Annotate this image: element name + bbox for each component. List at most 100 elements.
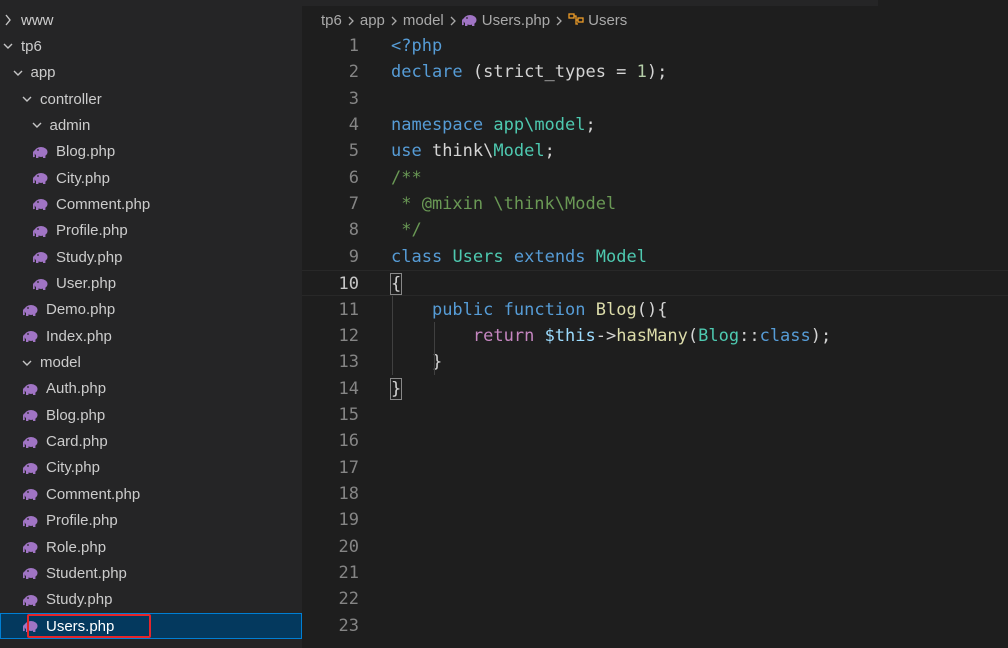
code-token: (strict_types = (462, 62, 637, 83)
php-elephant-icon (33, 277, 49, 291)
explorer-folder[interactable]: app (0, 60, 302, 86)
chevron-right-icon (347, 12, 355, 28)
code-line[interactable]: 1 <?php (302, 33, 1008, 59)
explorer-file[interactable]: Index.php (0, 323, 302, 349)
code-line[interactable]: 8 */ (302, 217, 1008, 243)
code-line[interactable]: 21 (302, 560, 1008, 586)
line-number: 11 (338, 299, 359, 320)
php-elephant-icon (23, 303, 39, 317)
code-text: declare (strict_types = 1); (391, 59, 667, 85)
code-token: return (472, 325, 535, 346)
code-token: public (431, 299, 494, 320)
code-line[interactable]: 18 (302, 481, 1008, 507)
code-line[interactable]: 5 use think\Model; (302, 138, 1008, 164)
code-line[interactable]: 9 class Users extends Model (302, 244, 1008, 270)
code-line[interactable]: 17 (302, 455, 1008, 481)
line-number: 15 (338, 404, 359, 425)
php-elephant-icon (23, 461, 39, 475)
code-line[interactable]: 14} (302, 376, 1008, 402)
code-line[interactable]: 4 namespace app\model; (302, 112, 1008, 138)
code-line[interactable]: 16 (302, 428, 1008, 454)
code-token: app\model (493, 115, 586, 136)
explorer-file[interactable]: Blog.php (0, 402, 302, 428)
explorer-folder[interactable]: www (0, 7, 302, 33)
code-line[interactable]: 10 { (302, 270, 1008, 297)
code-token: think\ (421, 141, 494, 162)
explorer-item-label: Demo.php (46, 301, 116, 319)
code-text: { (389, 271, 403, 297)
explorer-file[interactable]: Profile.php (0, 218, 302, 244)
explorer-file[interactable]: Profile.php (0, 508, 302, 534)
explorer-file[interactable]: Study.php (0, 587, 302, 613)
line-number: 12 (338, 325, 359, 346)
code-line[interactable]: 22 (302, 586, 1008, 612)
chevron-down-icon[interactable] (13, 66, 23, 80)
code-token: class (391, 246, 443, 267)
code-token: Model (493, 141, 545, 162)
code-line[interactable]: 15 (302, 402, 1008, 428)
explorer-file[interactable]: User.php (0, 271, 302, 297)
explorer-file[interactable]: City.php (0, 455, 302, 481)
explorer-file[interactable]: Comment.php (0, 481, 302, 507)
breadcrumb-item[interactable]: Users (588, 12, 627, 29)
explorer-file[interactable]: Student.php (0, 560, 302, 586)
line-number: 1 (348, 36, 359, 56)
explorer-file[interactable]: Comment.php (0, 191, 302, 217)
code-line[interactable]: 2 declare (strict_types = 1); (302, 59, 1008, 85)
explorer-file[interactable]: Card.php (0, 429, 302, 455)
explorer-file[interactable]: Demo.php (0, 297, 302, 323)
class-symbol-icon (568, 13, 584, 27)
line-number: 7 (348, 194, 359, 215)
line-number: 18 (338, 483, 359, 504)
explorer-file[interactable]: Blog.php (0, 139, 302, 165)
chevron-right-icon[interactable] (3, 13, 13, 27)
code-text: public function Blog(){ (391, 297, 667, 323)
code-token: function (503, 299, 586, 320)
explorer-item-label: tp6 (21, 37, 42, 55)
chevron-down-icon[interactable] (22, 356, 32, 370)
code-line[interactable]: 19 (302, 507, 1008, 533)
chevron-down-icon[interactable] (22, 92, 32, 106)
explorer-file[interactable]: Role.php (0, 534, 302, 560)
code-text: use think\Model; (391, 138, 555, 164)
explorer-folder[interactable]: controller (0, 86, 302, 112)
explorer-file[interactable]: Study.php (0, 244, 302, 270)
explorer-file[interactable]: City.php (0, 165, 302, 191)
explorer-folder[interactable]: tp6 (0, 33, 302, 59)
breadcrumb-item[interactable]: model (403, 12, 444, 29)
explorer-item-label: Comment.php (46, 485, 141, 503)
explorer-folder[interactable]: admin (0, 112, 302, 138)
explorer-file[interactable]: Auth.php (0, 376, 302, 402)
code-line[interactable]: 13 } (302, 349, 1008, 375)
explorer-folder[interactable]: model (0, 350, 302, 376)
chevron-right-icon (555, 12, 563, 28)
breadcrumb-item[interactable]: Users.php (482, 12, 550, 29)
code-line[interactable]: 12 return $this->hasMany(Blog::class); (302, 323, 1008, 349)
chevron-down-icon[interactable] (3, 39, 13, 53)
explorer-item-label: Blog.php (46, 406, 106, 424)
explorer-item-label: Role.php (46, 538, 107, 556)
code-token: namespace (391, 115, 484, 136)
php-elephant-icon (23, 329, 39, 343)
code-line[interactable]: 23 (302, 613, 1008, 639)
code-token: } (389, 377, 403, 400)
code-line[interactable]: 7 * @mixin \think\Model (302, 191, 1008, 217)
code-line[interactable]: 11 public function Blog(){ (302, 297, 1008, 323)
code-line[interactable]: 20 (302, 534, 1008, 560)
indent-guide (434, 321, 435, 375)
code-editor[interactable]: 1 <?php 2 declare (strict_types = 1); 3 4 name… (302, 32, 1008, 648)
code-line[interactable]: 3 (302, 86, 1008, 112)
code-token: hasMany (616, 325, 688, 346)
php-elephant-icon (33, 224, 49, 238)
breadcrumb-item[interactable]: tp6 (321, 12, 342, 29)
breadcrumb-item[interactable]: app (360, 12, 385, 29)
explorer-item-label: Card.php (46, 433, 108, 451)
chevron-down-icon[interactable] (32, 118, 42, 132)
code-line[interactable]: 6 /** (302, 165, 1008, 191)
line-number: 17 (338, 457, 359, 478)
